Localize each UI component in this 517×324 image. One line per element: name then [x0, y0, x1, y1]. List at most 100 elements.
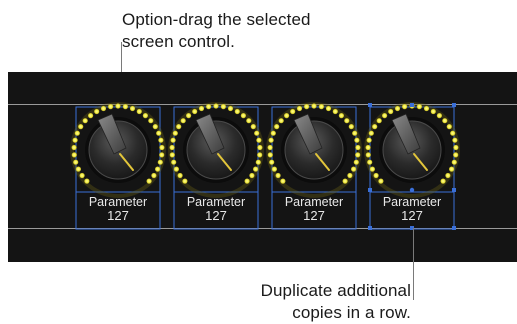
led-dot [169, 152, 175, 158]
selection-handle[interactable] [368, 103, 372, 107]
led-dot [267, 152, 273, 158]
led-dot [338, 113, 344, 119]
led-dot [353, 159, 359, 165]
led-dot [453, 152, 459, 158]
led-dot [355, 152, 361, 158]
led-dot [100, 105, 107, 112]
led-dot [278, 118, 284, 124]
led-dot [198, 105, 205, 112]
knob-label-1: Parameter 127 [76, 195, 160, 223]
led-dot [284, 113, 290, 119]
selection-handle[interactable] [452, 188, 456, 192]
led-dot [79, 172, 85, 179]
led-dot [372, 124, 378, 130]
led-dot [257, 144, 263, 151]
led-dot [423, 105, 430, 112]
knob-layer [70, 102, 460, 230]
led-dot [82, 118, 88, 124]
selection-handle[interactable] [368, 226, 372, 230]
led-dot [148, 118, 154, 124]
parameter-name: Parameter [284, 195, 344, 209]
led-dot [325, 105, 332, 112]
led-dot [172, 130, 178, 136]
led-dot [182, 178, 188, 184]
led-dot [75, 166, 81, 172]
led-dot [394, 105, 401, 112]
led-dot [275, 172, 281, 179]
led-dot [170, 137, 176, 143]
led-dot [255, 159, 261, 165]
led-dot [180, 118, 186, 124]
led-dot [146, 178, 152, 184]
led-dot [296, 105, 303, 112]
led-dot [253, 166, 259, 172]
led-dot [122, 104, 128, 110]
led-dot [129, 105, 136, 112]
led-dot [367, 159, 373, 165]
led-dot [351, 166, 357, 172]
led-dot [268, 137, 274, 143]
led-dot [136, 108, 142, 115]
led-dot [108, 104, 114, 110]
led-dot [192, 108, 198, 115]
callout-duplicate: Duplicate additional copies in a row. [261, 280, 411, 324]
led-dot [344, 118, 350, 124]
led-dot [142, 113, 148, 119]
led-dot [388, 108, 394, 115]
parameter-name: Parameter [382, 195, 442, 209]
led-dot [449, 166, 455, 172]
parameter-value: 127 [205, 208, 227, 223]
led-dot [152, 124, 158, 130]
led-dot [451, 159, 457, 165]
led-dot [348, 124, 354, 130]
led-dot [94, 108, 100, 115]
led-dot [416, 104, 422, 110]
led-dot [173, 166, 179, 172]
led-dot [342, 178, 348, 184]
led-dot [169, 144, 175, 151]
led-dot [88, 113, 94, 119]
led-dot [254, 130, 260, 136]
led-dot [430, 108, 436, 115]
selection-handle[interactable] [410, 103, 414, 107]
led-dot [270, 130, 276, 136]
selection-handle[interactable] [368, 188, 372, 192]
led-dot [156, 130, 162, 136]
led-dot [151, 172, 157, 179]
parameter-name: Parameter [88, 195, 148, 209]
selection-handle[interactable] [452, 226, 456, 230]
led-dot [452, 137, 458, 143]
led-dot [244, 178, 250, 184]
led-dot [354, 137, 360, 143]
parameter-value: 127 [401, 208, 423, 223]
led-dot [450, 130, 456, 136]
led-dot [84, 178, 90, 184]
led-dot [73, 159, 79, 165]
led-dot [366, 137, 372, 143]
led-dot [304, 104, 310, 110]
led-dot [267, 144, 273, 151]
led-dot [256, 137, 262, 143]
led-dot [220, 104, 226, 110]
knob-label-4: Parameter 127 [370, 195, 454, 223]
led-dot [206, 104, 212, 110]
led-dot [155, 166, 161, 172]
led-dot [369, 166, 375, 172]
selection-handle[interactable] [452, 103, 456, 107]
led-dot [311, 103, 317, 109]
parameter-value: 127 [303, 208, 325, 223]
led-dot [274, 124, 280, 130]
led-dot [382, 113, 388, 119]
led-dot [158, 137, 164, 143]
led-dot [376, 118, 382, 124]
led-dot [332, 108, 338, 115]
led-dot [365, 144, 371, 151]
led-dot [373, 172, 379, 179]
knob-label-3: Parameter 127 [272, 195, 356, 223]
led-dot [74, 130, 80, 136]
led-dot [227, 105, 234, 112]
led-dot [78, 124, 84, 130]
callout-bottom-line-2: copies in a row. [292, 303, 411, 322]
selection-handle[interactable] [409, 187, 415, 193]
knob-label-2: Parameter 127 [174, 195, 258, 223]
